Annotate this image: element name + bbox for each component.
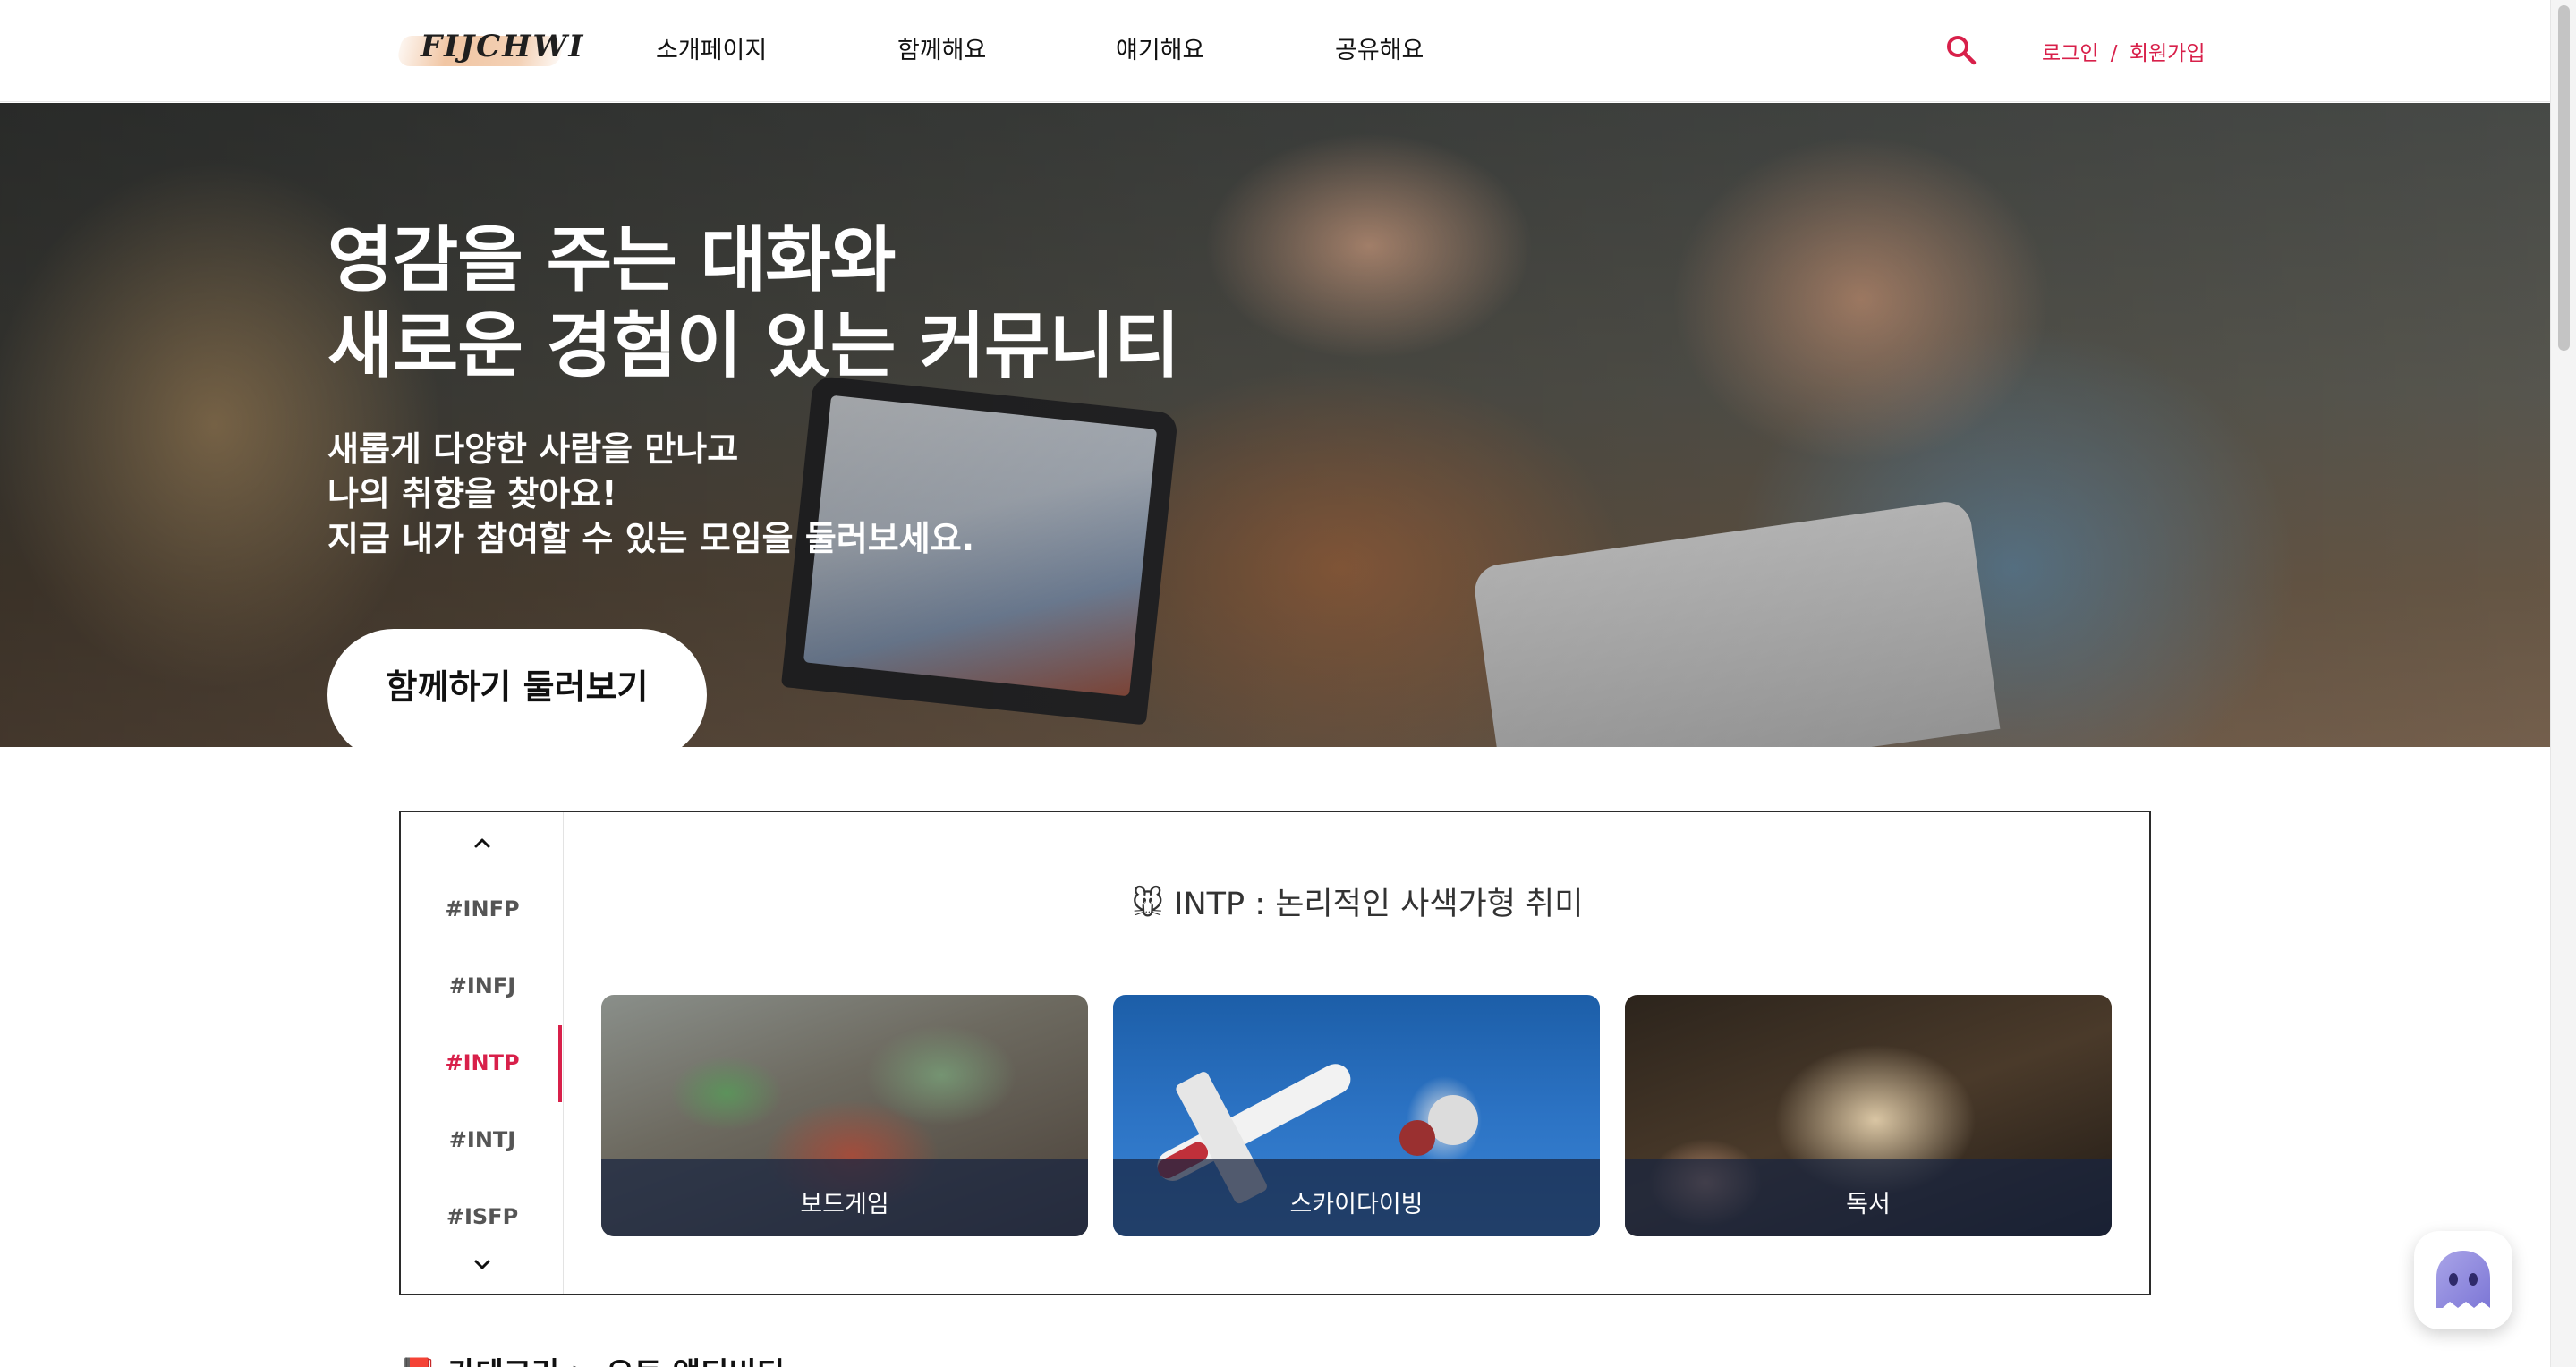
book-icon: 📕 <box>399 1356 437 1367</box>
mbti-item-intj[interactable]: #INTJ <box>401 1127 564 1152</box>
hero-title-line-2: 새로운 경험이 있는 커뮤니티 <box>327 304 1180 387</box>
chevron-down-icon[interactable] <box>469 1256 496 1274</box>
nav-item-share[interactable]: 공유해요 <box>1335 30 1424 65</box>
hobby-card-board-game[interactable]: 보드게임 <box>601 995 1088 1236</box>
mbti-hobby-panel: #INFP #INFJ #INTP #INTJ #ISFP 🐭 INTP : 논… <box>399 811 2151 1295</box>
hobby-card-skydiving[interactable]: 스카이다이빙 <box>1113 995 1600 1236</box>
signup-link[interactable]: 회원가입 <box>2130 42 2206 65</box>
hero-subtitle-line-2: 나의 취향을 찾아요! <box>327 474 617 514</box>
auth-separator: / <box>2110 42 2118 65</box>
hero-banner: 영감을 주는 대화와 새로운 경험이 있는 커뮤니티 새롭게 다양한 사람을 만… <box>0 103 2550 747</box>
nav-item-about[interactable]: 소개페이지 <box>656 30 767 65</box>
chevron-up-icon[interactable] <box>469 834 496 852</box>
hobby-card-label: 보드게임 <box>601 1159 1088 1236</box>
mouse-icon: 🐭 <box>1131 887 1165 922</box>
hero-subtitle-line-3: 지금 내가 참여할 수 있는 모임을 둘러보세요. <box>327 519 975 558</box>
category-heading: 📕 카테고리 > 요트 액티비티 <box>399 1349 785 1367</box>
mbti-item-infj[interactable]: #INFJ <box>401 973 564 998</box>
mbti-hobby-title: 🐭 INTP : 논리적인 사색가형 취미 <box>564 879 2151 924</box>
logo-text: FIJCHWI <box>421 29 585 64</box>
nav-item-together[interactable]: 함께해요 <box>897 30 986 65</box>
hobby-card-label: 독서 <box>1625 1159 2112 1236</box>
mbti-item-infp[interactable]: #INFP <box>401 896 564 921</box>
chatbot-button[interactable] <box>2414 1231 2512 1329</box>
site-header: FIJCHWI 소개페이지 함께해요 얘기해요 공유해요 로그인 / 회원가입 <box>0 0 2550 102</box>
hero-subtitle-line-1: 새롭게 다양한 사람을 만나고 <box>327 429 739 469</box>
hero-subtitle: 새롭게 다양한 사람을 만나고 나의 취향을 찾아요! 지금 내가 참여할 수 … <box>327 427 974 561</box>
mbti-type-list: #INFP #INFJ #INTP #INTJ #ISFP <box>401 812 564 1294</box>
site-logo[interactable]: FIJCHWI <box>395 23 582 77</box>
browse-together-button[interactable]: 함께하기 둘러보기 <box>327 629 707 747</box>
mbti-hobby-title-text: INTP : 논리적인 사색가형 취미 <box>1174 887 1584 922</box>
hero-title-line-1: 영감을 주는 대화와 <box>327 218 897 301</box>
ghost-chatbot-icon <box>2436 1251 2490 1308</box>
hobby-card-reading[interactable]: 독서 <box>1625 995 2112 1236</box>
login-link[interactable]: 로그인 <box>2042 42 2098 65</box>
search-button[interactable] <box>1943 32 1979 68</box>
hero-title: 영감을 주는 대화와 새로운 경험이 있는 커뮤니티 <box>327 217 1180 389</box>
search-icon <box>1947 36 1977 65</box>
mbti-item-isfp[interactable]: #ISFP <box>401 1204 564 1229</box>
mbti-item-intp[interactable]: #INTP <box>401 1050 564 1075</box>
hobby-card-label: 스카이다이빙 <box>1113 1159 1600 1236</box>
scrollbar-thumb[interactable] <box>2558 5 2570 351</box>
category-heading-text: 카테고리 > 요트 액티비티 <box>447 1356 785 1367</box>
page-scrollbar[interactable] <box>2550 0 2576 1367</box>
auth-links: 로그인 / 회원가입 <box>2042 36 2206 66</box>
nav-item-talk[interactable]: 얘기해요 <box>1116 30 1204 65</box>
mbti-active-indicator <box>558 1025 562 1102</box>
